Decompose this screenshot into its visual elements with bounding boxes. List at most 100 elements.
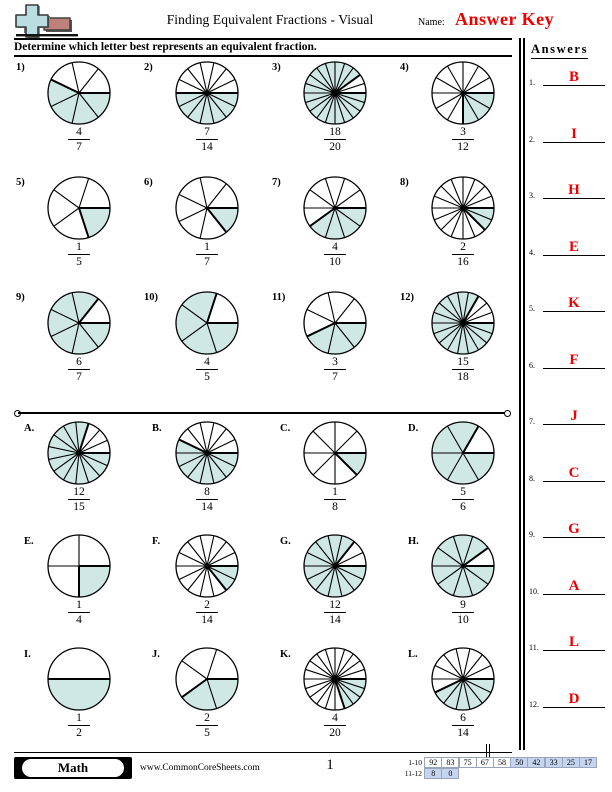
fraction-denominator: 14 xyxy=(329,614,341,627)
name-value: Answer Key xyxy=(455,9,555,29)
fraction-numerator: 7 xyxy=(204,126,210,138)
answers-title: Answers xyxy=(531,42,589,59)
fraction-denominator: 10 xyxy=(457,614,469,627)
fraction-label: 8 14 xyxy=(168,486,246,513)
score-row: 1-10 92 83 75 67 58 50 42 33 25 17 xyxy=(398,757,598,768)
choice-item[interactable]: J. 2 5 xyxy=(142,646,270,758)
fraction-bar xyxy=(324,499,346,501)
answer-value: B xyxy=(568,69,579,85)
answer-number: 7. xyxy=(529,417,535,426)
problem-item: 6) 1 7 xyxy=(142,175,270,287)
answer-row: 11. L xyxy=(529,633,609,652)
pie-chart xyxy=(174,646,240,717)
fraction-label: 4 20 xyxy=(296,712,374,739)
subject-badge: Math xyxy=(14,757,132,779)
choice-item[interactable]: F. 2 14 xyxy=(142,533,270,645)
answer-number: 12. xyxy=(529,699,539,709)
choice-letter: K. xyxy=(280,649,291,660)
fraction-bar xyxy=(196,499,218,501)
fraction-numerator: 9 xyxy=(460,599,466,611)
problem-item: 7) 4 10 xyxy=(270,175,398,287)
fraction-denominator: 16 xyxy=(457,256,469,269)
fraction-numerator: 12 xyxy=(73,486,85,498)
page-title: Finding Equivalent Fractions - Visual xyxy=(166,12,374,27)
choice-item[interactable]: E. 1 4 xyxy=(14,533,142,645)
fraction-label: 45 xyxy=(168,356,246,383)
fraction-denominator: 10 xyxy=(329,256,341,269)
choice-letter: L. xyxy=(408,649,418,660)
fraction-denominator: 14 xyxy=(201,501,213,514)
answer-value: H xyxy=(568,182,580,198)
choice-item[interactable]: K. 4 20 xyxy=(270,646,398,758)
fraction-label: 12 15 xyxy=(40,486,118,513)
page-number: 1 xyxy=(326,757,334,773)
answer-row: 5. K xyxy=(529,294,609,313)
fraction-label: 2 16 xyxy=(424,241,502,268)
answer-number: 6. xyxy=(529,360,535,370)
fraction-denominator: 5 xyxy=(76,256,82,269)
fraction-label: 3 12 xyxy=(424,126,502,153)
fraction-denominator: 5 xyxy=(204,727,210,740)
choice-item[interactable]: D. 5 6 xyxy=(398,420,526,532)
fraction-numerator: 1 xyxy=(76,712,82,724)
fraction-numerator: 2 xyxy=(204,712,210,724)
pie-chart xyxy=(174,175,240,246)
problem-item: 9) 6 7 xyxy=(14,290,142,402)
pie-chart xyxy=(302,646,368,717)
fraction-denominator: 20 xyxy=(329,141,341,154)
score-cell: 83 xyxy=(441,757,460,768)
fraction-label: 47 xyxy=(40,126,118,153)
problem-number: 1) xyxy=(16,62,25,73)
answer-row: 1. B xyxy=(529,68,609,87)
fraction-bar xyxy=(196,254,218,256)
answer-row: 2. I xyxy=(529,125,609,144)
problem-item: 5) 1 5 xyxy=(14,175,142,287)
fraction-numerator: 1 xyxy=(76,599,82,611)
choice-item[interactable]: H. 9 10 xyxy=(398,533,526,645)
problem-number: 7) xyxy=(272,177,281,188)
fraction-bar xyxy=(196,725,218,727)
fraction-label: 2 14 xyxy=(168,599,246,626)
fraction-label: 9 10 xyxy=(424,599,502,626)
pie-chart xyxy=(302,175,368,246)
header-divider xyxy=(14,38,512,40)
choice-item[interactable]: C. 1 8 xyxy=(270,420,398,532)
fraction-label: 7 14 xyxy=(168,126,246,153)
pie-chart xyxy=(430,420,496,491)
fraction-label: 56 xyxy=(424,486,502,513)
pie-chart xyxy=(302,290,368,361)
choice-item[interactable]: G. 12 14 xyxy=(270,533,398,645)
score-cell: 0 xyxy=(441,768,460,779)
answer-value: L xyxy=(568,634,579,650)
score-cell: 17 xyxy=(579,757,598,768)
fraction-bar xyxy=(324,254,346,256)
score-cell: 50 xyxy=(510,757,529,768)
worksheet-page: Finding Equivalent Fractions - Visual Na… xyxy=(0,0,612,792)
problem-item: 1) 4 7 xyxy=(14,60,142,172)
choice-letter: A. xyxy=(24,423,35,434)
fraction-label: 37 xyxy=(296,356,374,383)
answer-row: 9. G xyxy=(529,520,609,539)
answer-row: 4. E xyxy=(529,238,609,257)
choice-letter: G. xyxy=(280,536,291,547)
choice-item[interactable]: B. 8 14 xyxy=(142,420,270,532)
fraction-bar xyxy=(452,369,474,371)
fraction-denominator: 6 xyxy=(460,501,466,514)
fraction-label: 17 xyxy=(168,241,246,268)
pie-chart xyxy=(46,420,112,491)
answer-number: 3. xyxy=(529,191,535,200)
score-cell: 92 xyxy=(424,757,443,768)
fraction-numerator: 3 xyxy=(332,356,338,368)
choice-item[interactable]: L. 6 14 xyxy=(398,646,526,758)
choice-item[interactable]: I. 1 2 xyxy=(14,646,142,758)
answer-value: I xyxy=(571,125,577,142)
problem-number: 4) xyxy=(400,62,409,73)
pie-chart xyxy=(46,60,112,131)
choice-item[interactable]: A. 12 15 xyxy=(14,420,142,532)
pie-chart xyxy=(174,60,240,131)
score-cell: 33 xyxy=(544,757,563,768)
pie-chart xyxy=(430,533,496,604)
answer-number: 11. xyxy=(529,643,539,652)
fraction-bar xyxy=(324,725,346,727)
answer-value: C xyxy=(568,464,580,481)
